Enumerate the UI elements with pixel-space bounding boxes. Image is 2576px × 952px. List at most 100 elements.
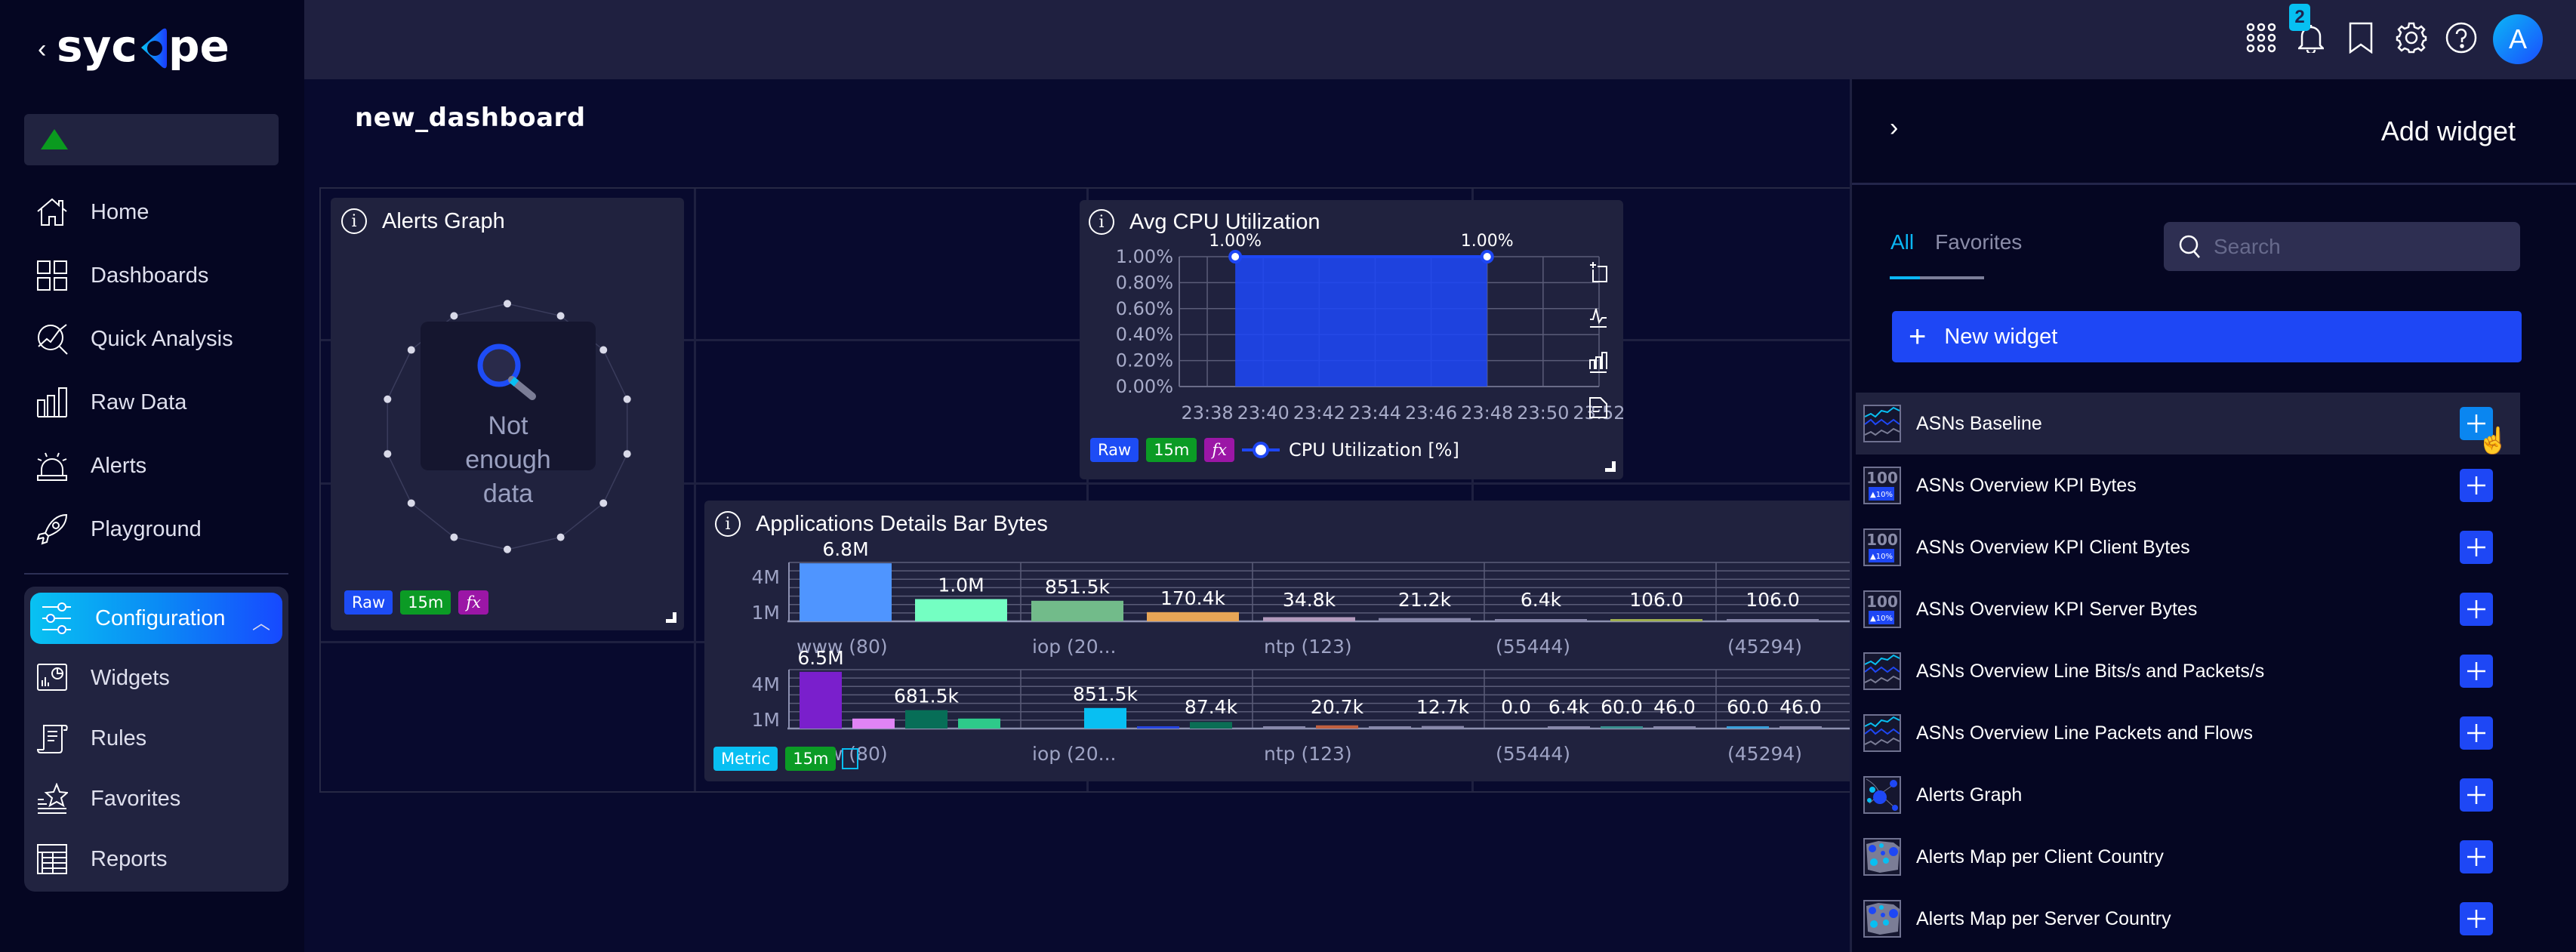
avatar[interactable]: A <box>2493 14 2543 64</box>
search-placeholder: Search <box>2214 234 2281 258</box>
widget-list-label: Alerts Map per Server Country <box>1916 907 2171 929</box>
widget-applications-bar[interactable]: i Applications Details Bar Bytes www (80… <box>704 501 1860 781</box>
tag-raw[interactable]: Raw <box>1090 438 1139 462</box>
add-widget-button[interactable] <box>2460 469 2493 502</box>
nav-home[interactable]: Home <box>36 189 149 235</box>
nav-reports[interactable]: Reports <box>36 836 168 882</box>
ring-node <box>504 300 511 308</box>
add-widget-button[interactable] <box>2460 716 2493 750</box>
ring-node <box>450 533 458 541</box>
tag-metric[interactable]: Metric <box>713 747 778 771</box>
bar <box>1727 619 1819 621</box>
widget-tags: Metric 15m <box>713 747 859 771</box>
scroll-icon <box>36 725 68 753</box>
gear-icon[interactable] <box>2393 15 2430 60</box>
kpi-thumb-icon: 100 ▲10% <box>1863 590 1901 628</box>
widget-list-item[interactable]: Alerts Graph <box>1856 764 2520 826</box>
bar-value-label: 46.0 <box>1653 696 1696 718</box>
y-tick-label: 4M <box>752 566 780 588</box>
widget-tags: Raw 15m fx <box>344 590 496 615</box>
nav-label: Reports <box>91 846 168 871</box>
tab-all[interactable]: All <box>1890 230 1914 254</box>
widget-list-item[interactable]: ASNs Baseline <box>1856 393 2520 454</box>
line-chart-icon[interactable] <box>1588 306 1608 328</box>
new-widget-label: New widget <box>1944 324 2058 349</box>
add-widget-button[interactable] <box>2460 778 2493 812</box>
empty-state: Not enough data <box>421 322 596 508</box>
nav-raw-data[interactable]: Raw Data <box>36 380 186 425</box>
zoom-select-icon[interactable] <box>1588 260 1608 283</box>
tag-time-range[interactable]: 15m <box>400 590 451 615</box>
plus-icon: + <box>1909 320 1927 353</box>
x-tick-label: 23:38 <box>1181 402 1233 424</box>
tag-time-range[interactable]: 15m <box>785 747 837 771</box>
search-input[interactable]: Search <box>2164 222 2520 271</box>
bar-value-label: 20.7k <box>1311 696 1364 718</box>
chevron-left-icon[interactable]: ‹ <box>38 35 46 64</box>
map-thumb-icon <box>1863 900 1901 938</box>
notification-badge: 2 <box>2289 4 2310 31</box>
legend-item[interactable]: CPU Utilization [%] <box>1242 439 1459 461</box>
bar <box>1137 726 1179 729</box>
bar <box>915 599 1007 621</box>
nav-configuration[interactable]: Configuration ︿ <box>30 593 282 644</box>
magnifier-icon <box>477 344 536 400</box>
tag-raw[interactable]: Raw <box>344 590 393 615</box>
add-widget-button[interactable] <box>2460 655 2493 688</box>
logo-row: ‹ syc pe <box>38 25 230 72</box>
hand-cursor-icon: ☝ <box>2477 427 2510 455</box>
widget-list-label: Alerts Map per Client Country <box>1916 846 2164 867</box>
export-icon[interactable] <box>1588 396 1608 419</box>
nav-widgets[interactable]: Widgets <box>36 655 170 701</box>
nav-rules[interactable]: Rules <box>36 716 146 761</box>
add-widget-button[interactable] <box>2460 840 2493 873</box>
bar-chart-icon[interactable] <box>1588 351 1608 374</box>
bar <box>1190 722 1232 729</box>
bookmark-icon[interactable] <box>2343 15 2379 60</box>
plus-icon <box>2467 724 2485 742</box>
widget-list-item[interactable]: 100 ▲10% ASNs Overview KPI Client Bytes <box>1856 516 2520 578</box>
nav-dashboards[interactable]: Dashboards <box>36 253 208 298</box>
widget-list-item[interactable]: Alerts Map per Server Country <box>1856 888 2520 950</box>
tab-favorites[interactable]: Favorites <box>1935 230 2022 254</box>
bar-value-label: 60.0 <box>1727 696 1769 718</box>
status-indicator[interactable] <box>24 114 279 165</box>
help-icon[interactable] <box>2443 15 2479 60</box>
widget-list-item[interactable]: 100 ▲10% ASNs Overview KPI Server Bytes <box>1856 578 2520 640</box>
nav-favorites[interactable]: Favorites <box>36 776 180 821</box>
y-tick-label: 0.80% <box>1116 272 1173 293</box>
widget-alerts-graph[interactable]: i Alerts Graph Not enough data Raw 15m f… <box>331 198 684 630</box>
resize-handle[interactable] <box>1605 461 1616 472</box>
sliders-icon <box>42 602 71 634</box>
nav-playground[interactable]: Playground <box>36 507 202 552</box>
widget-tags: Raw 15m fx CPU Utilization [%] <box>1090 438 1459 462</box>
nav-alerts[interactable]: Alerts <box>36 443 146 488</box>
category-label: ntp (123) <box>1264 636 1352 658</box>
filter-icon[interactable] <box>842 748 859 769</box>
ring-node <box>504 545 511 553</box>
tag-fx[interactable]: fx <box>458 590 488 615</box>
tag-time-range[interactable]: 15m <box>1146 438 1197 462</box>
new-widget-button[interactable]: + New widget <box>1892 311 2522 362</box>
tag-fx[interactable]: fx <box>1204 438 1234 462</box>
nav-quick-analysis[interactable]: Quick Analysis <box>36 316 233 362</box>
bar <box>800 563 892 621</box>
resize-handle[interactable] <box>666 612 676 623</box>
ring-node <box>599 346 608 354</box>
widget-avg-cpu[interactable]: i Avg CPU Utilization 0.00% 0.20% 0.40% 0.6… <box>1080 200 1623 479</box>
add-widget-button[interactable] <box>2460 902 2493 935</box>
apps-grid-icon[interactable] <box>2243 15 2279 60</box>
add-widget-button[interactable] <box>2460 531 2493 564</box>
add-widget-button[interactable] <box>2460 593 2493 626</box>
cpu-chart: 0.00% 0.20% 0.40% 0.60% 0.80% 1.00% 23:38 23:40… <box>1116 232 1623 424</box>
chart-toolbar <box>1588 260 1608 419</box>
widget-list-item[interactable]: 100 ▲10% ASNs Overview KPI Bytes <box>1856 454 2520 516</box>
sidebar: ‹ syc pe Home Dashboards Quick Analysis … <box>0 0 304 952</box>
y-tick-label: 0.00% <box>1116 376 1173 397</box>
y-tick-label: 1M <box>752 602 780 624</box>
widget-list-item[interactable]: Alerts Map per Client Country <box>1856 826 2520 888</box>
widget-list-item[interactable]: ASNs Overview Line Packets and Flows <box>1856 702 2520 764</box>
widget-list-item[interactable]: ASNs Overview Line Bits/s and Packets/s <box>1856 640 2520 702</box>
bar-value-label: 170.4k <box>1160 587 1226 609</box>
chevron-right-icon[interactable]: › <box>1890 113 1898 143</box>
